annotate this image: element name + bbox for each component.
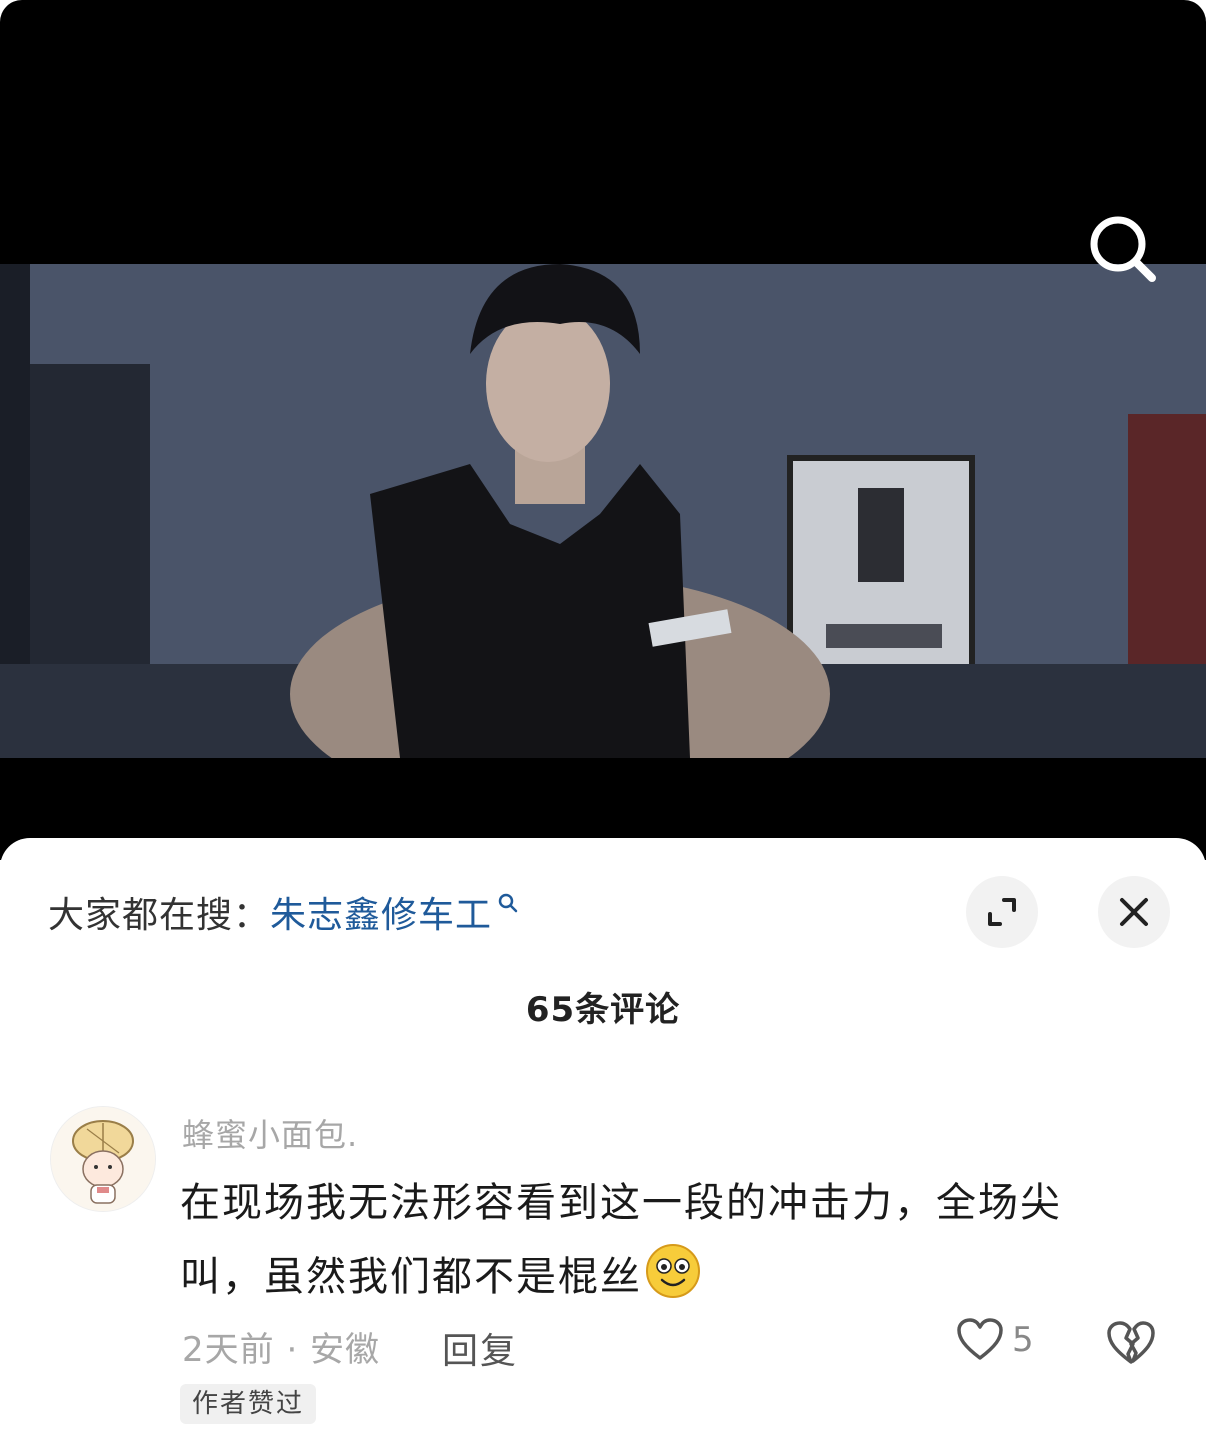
video-still-image: [0, 264, 1206, 758]
broken-heart-icon: [1107, 1321, 1155, 1364]
comment-username[interactable]: 蜂蜜小面包.: [182, 1110, 358, 1156]
video-search-button[interactable]: [1080, 212, 1164, 288]
comment-meta: 2天前 · 安徽: [182, 1330, 381, 1370]
like-count: 5: [1012, 1320, 1034, 1360]
search-suggestion-term[interactable]: 朱志鑫修车工: [270, 886, 492, 938]
comment-count: 65条评论: [525, 990, 681, 1030]
close-icon: [1120, 898, 1148, 926]
avatar[interactable]: [50, 1106, 156, 1212]
close-button[interactable]: [1098, 876, 1170, 948]
comment-body: 在现场我无法形容看到这一段的冲击力，全场尖叫，虽然我们都不是棍丝: [180, 1166, 1140, 1314]
search-suggestion-prefix: 大家都在搜：: [48, 895, 271, 936]
search-icon[interactable]: [496, 891, 520, 915]
smiling-face-emoji-icon: [646, 1244, 700, 1298]
heart-icon: [957, 1318, 1003, 1360]
video-player[interactable]: [0, 0, 1206, 860]
expand-button[interactable]: [966, 876, 1038, 948]
search-icon: [1090, 216, 1156, 282]
author-liked-badge: 作者赞过: [180, 1384, 317, 1424]
reply-button[interactable]: 回复: [442, 1322, 518, 1374]
like-button[interactable]: 5: [956, 1318, 1034, 1362]
expand-icon: [988, 898, 1016, 926]
comment-text: 在现场我无法形容看到这一段的冲击力，全场尖叫，虽然我们都不是棍丝: [180, 1180, 1062, 1300]
search-suggestion[interactable]: 大家都在搜： 朱志鑫修车工: [48, 884, 520, 940]
dislike-button[interactable]: [1106, 1320, 1156, 1370]
video-frame[interactable]: [0, 264, 1206, 758]
avatar-image: [51, 1107, 155, 1211]
